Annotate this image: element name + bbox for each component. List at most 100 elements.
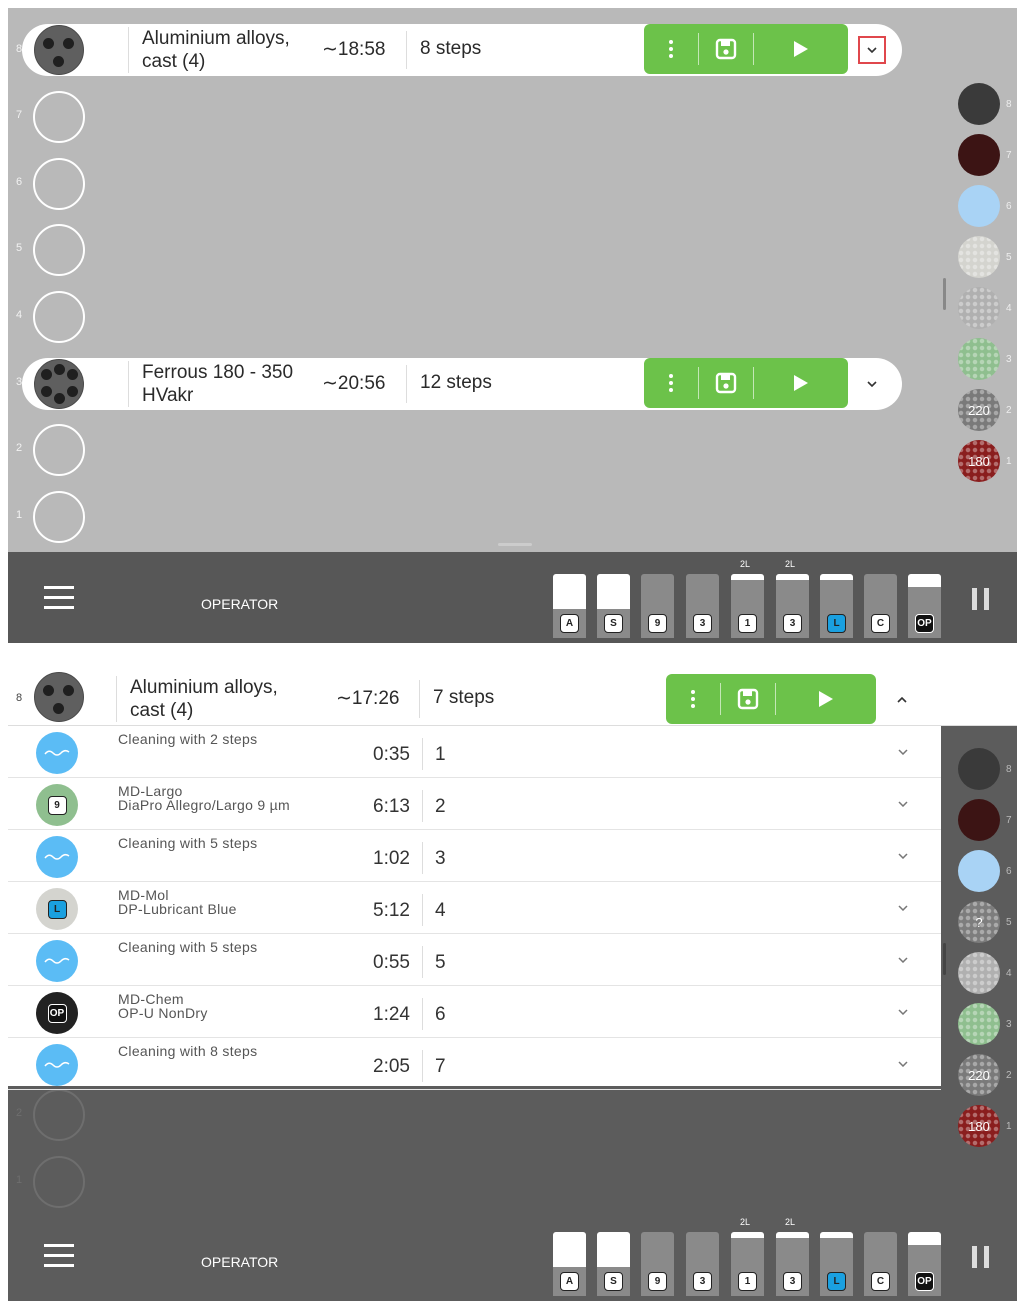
step-number: 2 — [422, 790, 446, 822]
empty-slot-ring[interactable] — [33, 1156, 85, 1208]
step-subtitle: DP-Lubricant Blue — [118, 901, 237, 917]
surface-disc-2[interactable]: 220 — [958, 389, 1000, 431]
surface-disc-7[interactable] — [958, 799, 1000, 841]
step-expand-button[interactable] — [898, 1055, 908, 1070]
surface-disc-8[interactable] — [958, 83, 1000, 125]
disc-number: 1 — [1006, 1121, 1012, 1132]
scrollbar[interactable] — [943, 943, 946, 975]
empty-slot-ring[interactable] — [33, 91, 85, 143]
step-row[interactable]: Cleaning with 8 steps 2:05 7 — [8, 1038, 941, 1090]
empty-slot-ring[interactable] — [33, 491, 85, 543]
bottle-op[interactable]: OP — [908, 1232, 941, 1296]
expand-button[interactable] — [858, 36, 886, 64]
step-row[interactable]: OP MD-Chem OP-U NonDry 1:24 6 — [8, 986, 941, 1038]
play-icon — [794, 41, 808, 57]
pause-button[interactable] — [972, 1246, 990, 1268]
bottom-bar: OPERATOR A S 9 3 2L 1 2L 3 L C OP — [8, 552, 1017, 643]
empty-slot-ring[interactable] — [33, 224, 85, 276]
step-title: Cleaning with 5 steps — [118, 835, 258, 851]
more-options-button[interactable] — [644, 33, 699, 65]
step-row[interactable]: Cleaning with 5 steps 0:55 5 — [8, 934, 941, 986]
bottle-1[interactable]: 2L 1 — [731, 1217, 764, 1296]
bottle-label: 3 — [693, 1272, 712, 1291]
bottle-label: A — [560, 614, 579, 633]
pause-button[interactable] — [972, 588, 990, 610]
collapse-button[interactable] — [888, 686, 916, 714]
step-expand-button[interactable] — [898, 795, 908, 810]
surface-disc-8[interactable] — [958, 748, 1000, 790]
method-row-slot-3[interactable]: Ferrous 180 - 350 HVakr ∼20:56 12 steps — [22, 358, 902, 410]
surface-disc-7[interactable] — [958, 134, 1000, 176]
bottle-3[interactable]: 3 — [686, 574, 719, 638]
step-row[interactable]: L MD-Mol DP-Lubricant Blue 5:12 4 — [8, 882, 941, 934]
surface-disc-3[interactable] — [958, 338, 1000, 380]
bottle-s[interactable]: S — [597, 1232, 630, 1296]
more-options-button[interactable] — [666, 683, 721, 715]
surface-disc-6[interactable] — [958, 850, 1000, 892]
bottle-9[interactable]: 9 — [641, 1232, 674, 1296]
bottle-fill-level — [908, 574, 941, 587]
menu-button[interactable] — [44, 1244, 74, 1267]
surface-disc-icon: OP — [36, 992, 78, 1034]
bottle-3[interactable]: 3 — [686, 1232, 719, 1296]
bottle-3[interactable]: 2L 3 — [776, 1217, 809, 1296]
surface-disc-4[interactable] — [958, 287, 1000, 329]
step-expand-button[interactable] — [898, 951, 908, 966]
save-button[interactable] — [699, 33, 754, 65]
bottle-label: 9 — [648, 614, 667, 633]
step-list: Cleaning with 2 steps 0:35 1 9 MD-Largo DiaPr… — [8, 726, 941, 1090]
expand-button[interactable] — [858, 370, 886, 398]
bottle-c[interactable]: C — [864, 574, 897, 638]
bottle-fill-level — [597, 574, 630, 610]
bottle-label: S — [604, 1272, 623, 1291]
expanded-method-header[interactable]: 8 Aluminium alloys, cast (4) ∼17:26 7 st… — [8, 668, 1017, 726]
step-expand-button[interactable] — [898, 847, 908, 862]
bottle-c[interactable]: C — [864, 1232, 897, 1296]
step-row[interactable]: 9 MD-Largo DiaPro Allegro/Largo 9 µm 6:13 2 — [8, 778, 941, 830]
bottle-1[interactable]: 2L 1 — [731, 559, 764, 638]
bottle-9[interactable]: 9 — [641, 574, 674, 638]
save-button[interactable] — [721, 683, 776, 715]
bottle-op[interactable]: OP — [908, 574, 941, 638]
step-row[interactable]: Cleaning with 2 steps 0:35 1 — [8, 726, 941, 778]
empty-slot-ring[interactable] — [33, 158, 85, 210]
scrollbar[interactable] — [943, 278, 946, 310]
surface-disc-4[interactable] — [958, 952, 1000, 994]
step-expand-button[interactable] — [898, 899, 908, 914]
empty-slot-ring[interactable] — [33, 1089, 85, 1141]
step-expand-button[interactable] — [898, 743, 908, 758]
surface-disc-5[interactable] — [958, 236, 1000, 278]
empty-slot-ring[interactable] — [33, 424, 85, 476]
bottle-a[interactable]: A — [553, 1232, 586, 1296]
step-expand-button[interactable] — [898, 1003, 908, 1018]
more-options-button[interactable] — [644, 367, 699, 399]
surface-disc-6[interactable] — [958, 185, 1000, 227]
surface-disc-2[interactable]: 220 — [958, 1054, 1000, 1096]
chevron-down-icon — [867, 47, 877, 53]
step-duration: 0:35 — [373, 744, 410, 765]
surface-disc-1[interactable]: 180 — [958, 1105, 1000, 1147]
bottle-l[interactable]: L — [820, 1232, 853, 1296]
disc-number: 2 — [1006, 1070, 1012, 1081]
save-icon — [737, 688, 759, 710]
empty-slot-ring[interactable] — [33, 291, 85, 343]
method-row-slot-8[interactable]: Aluminium alloys, cast (4) ∼18:58 8 step… — [22, 24, 902, 76]
menu-button[interactable] — [44, 586, 74, 609]
surface-disc-3[interactable] — [958, 1003, 1000, 1045]
surface-disc-5[interactable]: ? — [958, 901, 1000, 943]
surface-disc-1[interactable]: 180 — [958, 440, 1000, 482]
bottle-a[interactable]: A — [553, 574, 586, 638]
bottle-volume: 2L — [785, 559, 796, 569]
disc-number: 8 — [1006, 764, 1012, 775]
bottle-3[interactable]: 2L 3 — [776, 559, 809, 638]
step-row[interactable]: Cleaning with 5 steps 1:02 3 — [8, 830, 941, 882]
play-button[interactable] — [754, 24, 848, 74]
play-button[interactable] — [776, 674, 876, 724]
save-button[interactable] — [699, 367, 754, 399]
play-button[interactable] — [754, 358, 848, 408]
bottle-label: L — [827, 1272, 846, 1291]
method-actions — [644, 358, 848, 408]
bottle-l[interactable]: L — [820, 574, 853, 638]
drawer-handle[interactable] — [498, 543, 532, 546]
bottle-s[interactable]: S — [597, 574, 630, 638]
